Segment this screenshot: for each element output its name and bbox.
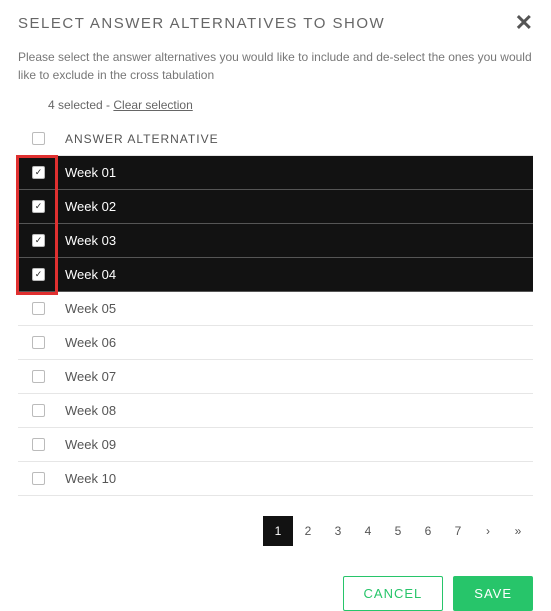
table-header-row: ANSWER ALTERNATIVE [18, 122, 533, 156]
alternatives-table: ANSWER ALTERNATIVE Week 01 Week 02 Week 03… [18, 122, 533, 496]
modal-title: SELECT ANSWER ALTERNATIVES TO SHOW [18, 15, 385, 32]
table-row[interactable]: Week 07 [18, 360, 533, 394]
row-label: Week 08 [65, 403, 116, 418]
page-number[interactable]: 6 [413, 516, 443, 546]
page-number[interactable]: 1 [263, 516, 293, 546]
row-checkbox[interactable] [32, 268, 45, 281]
page-last-icon[interactable]: » [503, 516, 533, 546]
row-label: Week 05 [65, 301, 116, 316]
pagination: 1234567›» [18, 516, 533, 546]
table-row[interactable]: Week 08 [18, 394, 533, 428]
row-checkbox[interactable] [32, 302, 45, 315]
clear-selection-link[interactable]: Clear selection [113, 98, 192, 112]
row-label: Week 09 [65, 437, 116, 452]
page-number[interactable]: 3 [323, 516, 353, 546]
row-checkbox[interactable] [32, 438, 45, 451]
row-checkbox[interactable] [32, 234, 45, 247]
row-checkbox[interactable] [32, 166, 45, 179]
row-label: Week 01 [65, 165, 116, 180]
save-button[interactable]: SAVE [453, 576, 533, 611]
page-number[interactable]: 2 [293, 516, 323, 546]
table-row[interactable]: Week 10 [18, 462, 533, 496]
row-checkbox[interactable] [32, 200, 45, 213]
column-header: ANSWER ALTERNATIVE [65, 132, 219, 146]
row-label: Week 07 [65, 369, 116, 384]
row-label: Week 04 [65, 267, 116, 282]
close-icon[interactable]: ✕ [515, 12, 533, 34]
row-checkbox[interactable] [32, 472, 45, 485]
table-row[interactable]: Week 02 [18, 190, 533, 224]
selected-count: 4 selected - [48, 98, 110, 112]
table-row[interactable]: Week 06 [18, 326, 533, 360]
modal-description: Please select the answer alternatives yo… [18, 48, 533, 84]
row-label: Week 03 [65, 233, 116, 248]
table-row[interactable]: Week 05 [18, 292, 533, 326]
row-label: Week 10 [65, 471, 116, 486]
table-row[interactable]: Week 09 [18, 428, 533, 462]
select-all-checkbox[interactable] [32, 132, 45, 145]
cancel-button[interactable]: CANCEL [343, 576, 444, 611]
row-checkbox[interactable] [32, 336, 45, 349]
page-number[interactable]: 4 [353, 516, 383, 546]
page-number[interactable]: 7 [443, 516, 473, 546]
table-row[interactable]: Week 01 [18, 156, 533, 190]
row-checkbox[interactable] [32, 404, 45, 417]
page-number[interactable]: 5 [383, 516, 413, 546]
row-checkbox[interactable] [32, 370, 45, 383]
table-row[interactable]: Week 04 [18, 258, 533, 292]
table-row[interactable]: Week 03 [18, 224, 533, 258]
page-next-icon[interactable]: › [473, 516, 503, 546]
row-label: Week 02 [65, 199, 116, 214]
row-label: Week 06 [65, 335, 116, 350]
